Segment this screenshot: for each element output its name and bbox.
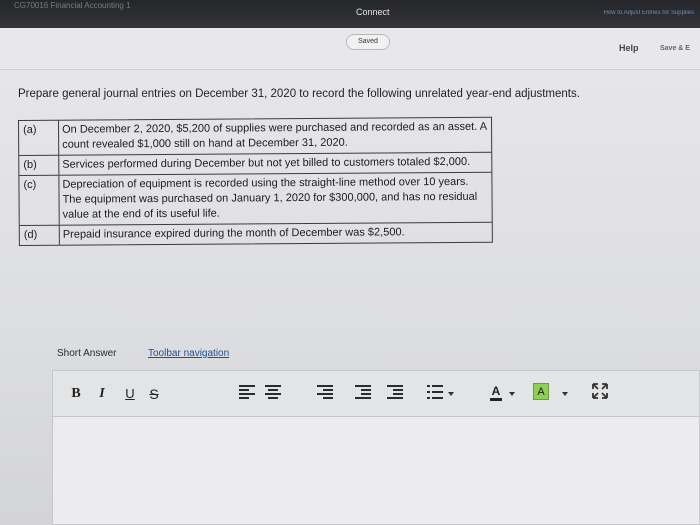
outdent-icon[interactable] <box>387 385 403 399</box>
background-color-caret-icon[interactable] <box>562 392 568 396</box>
connect-label: Connect <box>356 7 390 17</box>
list-dropdown-caret-icon[interactable] <box>448 392 454 396</box>
help-button[interactable]: Help <box>619 43 639 53</box>
indent-icon[interactable] <box>355 385 371 399</box>
course-title: CG70016 Financial Accounting 1 <box>14 1 131 10</box>
editor-toolbar: B I U S A A <box>52 370 700 416</box>
bold-button[interactable]: B <box>69 385 83 403</box>
underline-button[interactable]: U <box>123 385 137 403</box>
adjustments-table: (a) On December 2, 2020, $5,200 of suppl… <box>18 116 493 246</box>
adjustment-letter: (d) <box>19 225 60 245</box>
adjustment-text: Prepaid insurance expired during the mon… <box>62 226 405 241</box>
answer-editor[interactable] <box>52 416 700 525</box>
text-color-button[interactable]: A <box>490 384 502 401</box>
italic-button[interactable]: I <box>95 385 109 403</box>
align-center-icon[interactable] <box>265 385 281 399</box>
toolbar-navigation-link[interactable]: Toolbar navigation <box>148 348 229 359</box>
table-row: (a) On December 2, 2020, $5,200 of suppl… <box>19 117 492 156</box>
table-row: (d) Prepaid insurance expired during the… <box>19 223 492 245</box>
question-content: Prepare general journal entries on Decem… <box>0 70 700 525</box>
adjustment-text: Depreciation of equipment is recorded us… <box>62 175 478 221</box>
top-bar: CG70016 Financial Accounting 1 Connect H… <box>0 0 700 28</box>
adjustment-letter: (b) <box>19 155 60 175</box>
short-answer-label: Short Answer <box>57 348 117 359</box>
align-left-icon[interactable] <box>239 385 255 399</box>
how-to-link[interactable]: How to Adjust Entries for Supplies <box>604 10 694 16</box>
strikethrough-button[interactable]: S <box>147 385 161 403</box>
adjustment-text: Services performed during December but n… <box>62 155 471 171</box>
background-color-button[interactable]: A <box>533 383 549 400</box>
header-bar: Saved Help Save & E <box>0 28 700 70</box>
adjustment-letter: (c) <box>19 175 60 225</box>
adjustment-text: On December 2, 2020, $5,200 of supplies … <box>62 120 487 151</box>
saved-status-badge: Saved <box>346 34 390 50</box>
table-row: (c) Depreciation of equipment is recorde… <box>19 172 492 226</box>
bullet-list-icon[interactable] <box>427 385 443 399</box>
text-color-caret-icon[interactable] <box>509 392 515 396</box>
question-prompt: Prepare general journal entries on Decem… <box>18 88 580 100</box>
save-exit-button[interactable]: Save & E <box>660 45 690 52</box>
adjustment-letter: (a) <box>19 120 60 155</box>
align-right-icon[interactable] <box>317 385 333 399</box>
expand-icon[interactable] <box>591 382 609 400</box>
